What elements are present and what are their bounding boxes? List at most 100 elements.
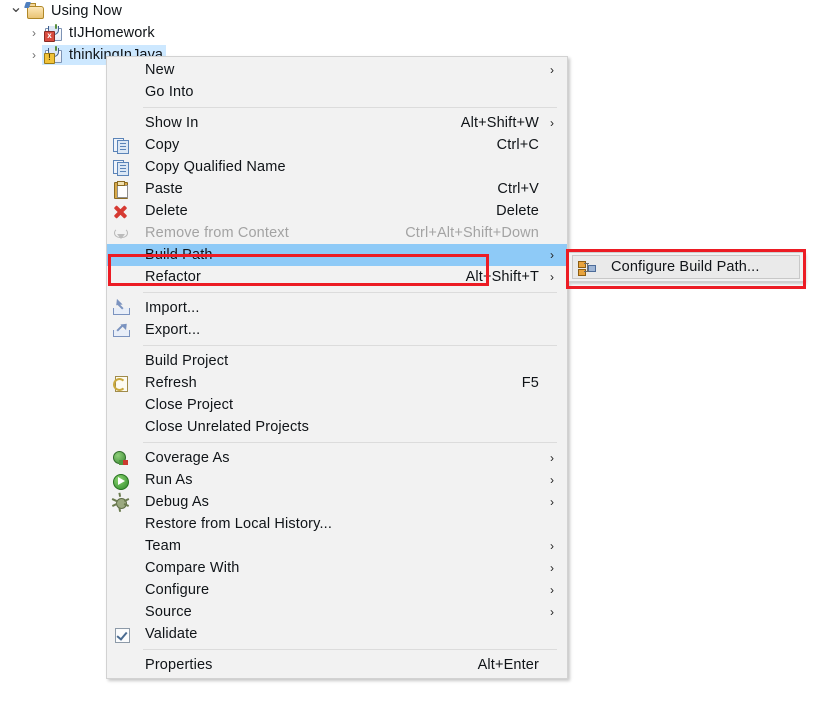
menu-item-paste[interactable]: Paste Ctrl+V	[107, 178, 567, 200]
menu-item-run-as[interactable]: Run As ›	[107, 469, 567, 491]
menu-item-label: Close Project	[145, 397, 234, 413]
chevron-right-icon: ›	[550, 270, 554, 284]
menu-item-copy-qualified-name[interactable]: Copy Qualified Name	[107, 156, 567, 178]
icon-placeholder	[111, 581, 139, 599]
menu-separator	[143, 345, 557, 346]
chevron-right-icon: ›	[550, 473, 554, 487]
menu-item-remove-from-context[interactable]: Remove from Context Ctrl+Alt+Shift+Down	[107, 222, 567, 244]
chevron-right-icon: ›	[550, 605, 554, 619]
menu-item-team[interactable]: Team ›	[107, 535, 567, 557]
error-badge-icon: x	[44, 31, 55, 42]
menu-separator	[143, 442, 557, 443]
menu-item-restore-from-local-history[interactable]: Restore from Local History...	[107, 513, 567, 535]
menu-item-import[interactable]: Import...	[107, 297, 567, 319]
menu-item-shortcut: Alt+Shift+W	[460, 115, 539, 131]
java-project-icon: x	[44, 24, 64, 42]
menu-item-label: Run As	[145, 472, 193, 488]
build-path-icon	[577, 258, 605, 276]
menu-item-show-in[interactable]: Show In Alt+Shift+W ›	[107, 112, 567, 134]
warning-badge-icon: !	[44, 53, 55, 64]
menu-item-label: Build Path	[145, 247, 213, 263]
icon-placeholder	[111, 603, 139, 621]
menu-item-label: Paste	[145, 181, 183, 197]
menu-item-shortcut: Delete	[496, 203, 539, 219]
menu-separator	[143, 292, 557, 293]
menu-item-shortcut: Ctrl+Alt+Shift+Down	[405, 225, 539, 241]
icon-placeholder	[111, 352, 139, 370]
refresh-icon	[111, 374, 139, 392]
context-icon	[111, 224, 139, 242]
menu-item-label: Validate	[145, 626, 198, 642]
menu-item-label: Show In	[145, 115, 199, 131]
chevron-right-icon: ›	[550, 63, 554, 77]
icon-placeholder	[111, 559, 139, 577]
menu-item-refresh[interactable]: Refresh F5	[107, 372, 567, 394]
build-path-submenu[interactable]: Configure Build Path...	[568, 252, 804, 282]
icon-placeholder	[111, 537, 139, 555]
menu-item-label: Delete	[145, 203, 188, 219]
coverage-icon	[111, 449, 139, 467]
menu-item-configure-build-path[interactable]: Configure Build Path...	[572, 255, 800, 279]
menu-item-label: Refactor	[145, 269, 201, 285]
menu-item-source[interactable]: Source ›	[107, 601, 567, 623]
checkbox-checked-icon	[111, 625, 139, 643]
chevron-right-icon: ›	[550, 539, 554, 553]
menu-item-debug-as[interactable]: Debug As ›	[107, 491, 567, 513]
context-menu[interactable]: New › Go Into Show In Alt+Shift+W › Copy Ctrl+C…	[106, 56, 568, 679]
menu-item-build-path[interactable]: Build Path ›	[107, 244, 567, 266]
chevron-right-icon: ›	[550, 561, 554, 575]
icon-placeholder	[111, 515, 139, 533]
tree-item-content[interactable]: x tIJHomework	[42, 23, 158, 43]
chevron-right-icon[interactable]: ›	[26, 49, 42, 61]
copy-icon	[111, 136, 139, 154]
chevron-right-icon: ›	[550, 116, 554, 130]
java-project-icon: !	[44, 46, 64, 64]
menu-item-label: Coverage As	[145, 450, 230, 466]
menu-item-label: Compare With	[145, 560, 240, 576]
menu-item-label: Copy	[145, 137, 180, 153]
menu-separator	[143, 107, 557, 108]
menu-item-new[interactable]: New ›	[107, 59, 567, 81]
chevron-right-icon: ›	[550, 583, 554, 597]
debug-icon	[111, 492, 139, 512]
tree-item-label: Using Now	[51, 3, 123, 19]
menu-item-label: Go Into	[145, 84, 194, 100]
menu-item-compare-with[interactable]: Compare With ›	[107, 557, 567, 579]
menu-item-coverage-as[interactable]: Coverage As ›	[107, 447, 567, 469]
menu-item-label: Close Unrelated Projects	[145, 419, 309, 435]
tree-item-tijhomework[interactable]: › x tIJHomework	[0, 22, 420, 44]
delete-icon	[111, 202, 139, 220]
menu-item-go-into[interactable]: Go Into	[107, 81, 567, 103]
icon-placeholder	[111, 396, 139, 414]
menu-item-close-project[interactable]: Close Project	[107, 394, 567, 416]
menu-item-validate[interactable]: Validate	[107, 623, 567, 645]
menu-item-close-unrelated-projects[interactable]: Close Unrelated Projects	[107, 416, 567, 438]
menu-item-shortcut: Alt+Enter	[477, 657, 539, 673]
icon-placeholder	[111, 61, 139, 79]
menu-item-configure[interactable]: Configure ›	[107, 579, 567, 601]
menu-item-properties[interactable]: Properties Alt+Enter	[107, 654, 567, 676]
import-icon	[111, 298, 139, 317]
icon-placeholder	[111, 418, 139, 436]
menu-item-label: Team	[145, 538, 182, 554]
run-icon	[111, 471, 139, 490]
copy-icon	[111, 158, 139, 176]
menu-item-build-project[interactable]: Build Project	[107, 350, 567, 372]
menu-item-copy[interactable]: Copy Ctrl+C	[107, 134, 567, 156]
menu-item-label: Source	[145, 604, 192, 620]
menu-item-label: Import...	[145, 300, 200, 316]
icon-placeholder	[111, 114, 139, 132]
menu-item-refactor[interactable]: Refactor Alt+Shift+T ›	[107, 266, 567, 288]
menu-item-delete[interactable]: Delete Delete	[107, 200, 567, 222]
menu-item-export[interactable]: Export...	[107, 319, 567, 341]
chevron-down-icon[interactable]: ⌄	[8, 0, 24, 16]
icon-placeholder	[111, 268, 139, 286]
tree-item-using-now[interactable]: ⌄ Using Now	[0, 0, 420, 22]
menu-item-shortcut: Ctrl+C	[496, 137, 539, 153]
tree-item-label: tIJHomework	[69, 25, 155, 41]
menu-item-shortcut: Alt+Shift+T	[465, 269, 539, 285]
chevron-right-icon[interactable]: ›	[26, 27, 42, 39]
menu-item-label: Remove from Context	[145, 225, 289, 241]
menu-item-shortcut: Ctrl+V	[497, 181, 539, 197]
tree-item-content[interactable]: Using Now	[24, 1, 125, 21]
